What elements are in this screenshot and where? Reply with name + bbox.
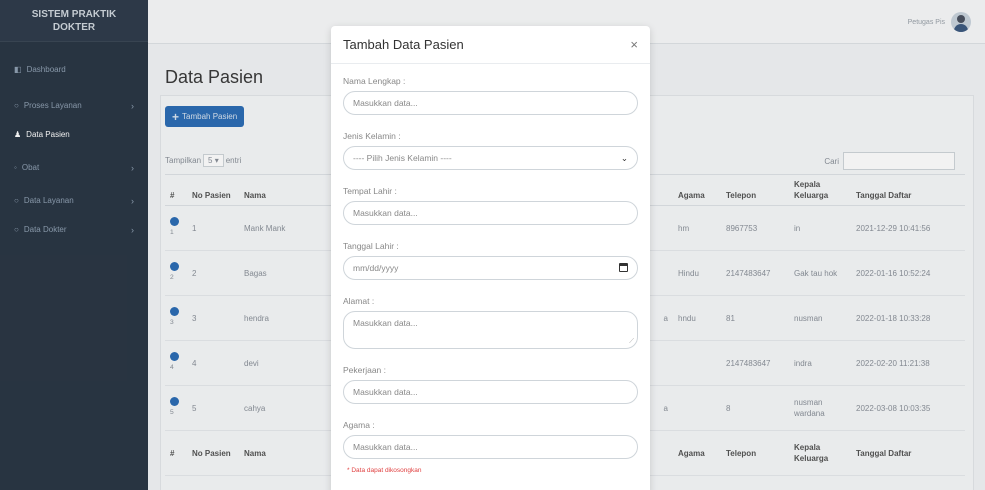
alamat-placeholder: Masukkan data... xyxy=(353,318,418,328)
jenis-kelamin-select[interactable]: ---- Pilih Jenis Kelamin ---- ⌄ xyxy=(343,146,638,170)
tempat-lahir-placeholder: Masukkan data... xyxy=(353,208,418,218)
tanggal-lahir-placeholder: mm/dd/yyyy xyxy=(353,263,399,273)
alamat-textarea[interactable]: Masukkan data... ⟋ xyxy=(343,311,638,349)
field-tempat-lahir: Tempat Lahir : Masukkan data... xyxy=(343,186,638,225)
chevron-down-icon: ⌄ xyxy=(620,152,628,163)
resize-handle-icon[interactable]: ⟋ xyxy=(629,338,634,346)
nama-label: Nama Lengkap : xyxy=(343,76,406,86)
tempat-lahir-input[interactable]: Masukkan data... xyxy=(343,201,638,225)
alamat-label: Alamat : xyxy=(343,296,375,306)
calendar-icon[interactable] xyxy=(619,262,628,274)
modal-title: Tambah Data Pasien xyxy=(343,37,464,52)
field-tanggal-lahir: Tanggal Lahir : mm/dd/yyyy xyxy=(343,241,638,280)
field-pekerjaan: Pekerjaan : Masukkan data... xyxy=(343,365,638,404)
nama-input[interactable]: Masukkan data... xyxy=(343,91,638,115)
field-agama: Agama : Masukkan data... xyxy=(343,420,638,459)
optional-note: * Data dapat dikosongkan xyxy=(347,467,422,474)
pekerjaan-label: Pekerjaan : xyxy=(343,365,386,375)
jenis-kelamin-value: ---- Pilih Jenis Kelamin ---- xyxy=(353,153,452,163)
tanggal-lahir-input[interactable]: mm/dd/yyyy xyxy=(343,256,638,280)
field-alamat: Alamat : Masukkan data... ⟋ xyxy=(343,296,638,349)
field-nama: Nama Lengkap : Masukkan data... xyxy=(343,76,638,115)
field-jenis-kelamin: Jenis Kelamin : ---- Pilih Jenis Kelamin… xyxy=(343,131,638,170)
tempat-lahir-label: Tempat Lahir : xyxy=(343,186,397,196)
pekerjaan-placeholder: Masukkan data... xyxy=(353,387,418,397)
agama-label: Agama : xyxy=(343,420,375,430)
tanggal-lahir-label: Tanggal Lahir : xyxy=(343,241,399,251)
modal-header: Tambah Data Pasien × xyxy=(331,26,650,64)
agama-placeholder: Masukkan data... xyxy=(353,442,418,452)
close-icon[interactable]: × xyxy=(630,37,638,52)
nama-placeholder: Masukkan data... xyxy=(353,98,418,108)
add-patient-modal: Tambah Data Pasien × Nama Lengkap : Masu… xyxy=(331,26,650,490)
pekerjaan-input[interactable]: Masukkan data... xyxy=(343,380,638,404)
agama-input[interactable]: Masukkan data... xyxy=(343,435,638,459)
jenis-kelamin-label: Jenis Kelamin : xyxy=(343,131,401,141)
